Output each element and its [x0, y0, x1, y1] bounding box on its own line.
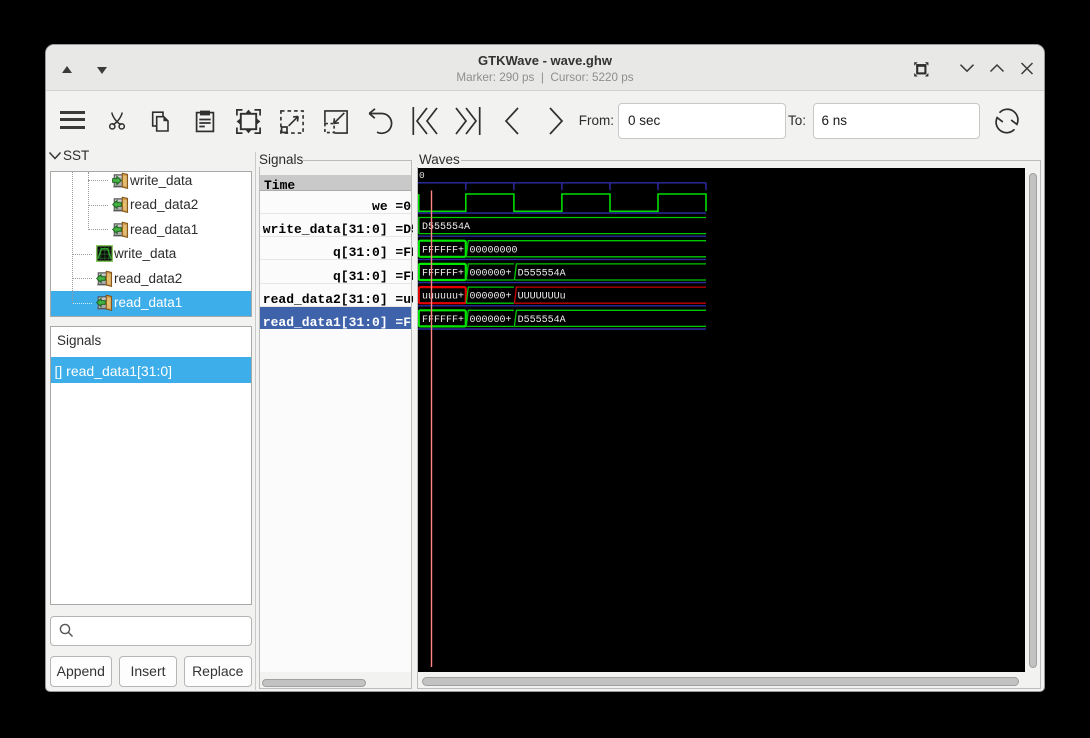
svg-text:FFFFFF+: FFFFFF+: [422, 245, 464, 256]
svg-text:000000+: 000000+: [469, 315, 511, 326]
svg-text:000000+: 000000+: [469, 269, 511, 280]
svg-text:0: 0: [419, 170, 425, 181]
svg-text:UUUUUUUu: UUUUUUUu: [517, 292, 565, 303]
svg-text:FFFFFF+: FFFFFF+: [422, 315, 464, 326]
svg-text:uuuuuu+: uuuuuu+: [422, 292, 464, 303]
svg-text:D555554A: D555554A: [517, 269, 565, 280]
svg-text:FFFFFF+: FFFFFF+: [422, 269, 464, 280]
svg-text:D555554A: D555554A: [422, 222, 470, 233]
svg-text:00000000: 00000000: [469, 245, 517, 256]
svg-text:D555554A: D555554A: [517, 315, 565, 326]
svg-text:000000+: 000000+: [469, 292, 511, 303]
